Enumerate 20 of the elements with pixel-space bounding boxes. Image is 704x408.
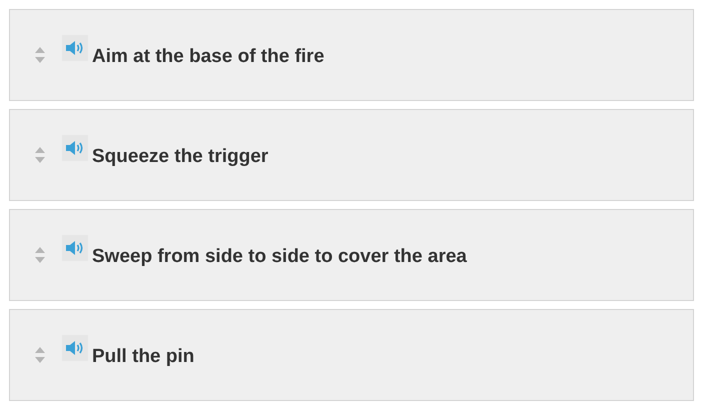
speaker-button[interactable] (62, 235, 88, 261)
speaker-icon (65, 140, 85, 156)
speaker-button[interactable] (62, 35, 88, 61)
speaker-button[interactable] (62, 135, 88, 161)
step-text: Pull the pin (92, 344, 194, 369)
sort-handle-icon[interactable] (34, 246, 46, 264)
sort-handle-icon[interactable] (34, 346, 46, 364)
step-text: Sweep from side to side to cover the area (92, 244, 467, 269)
step-text: Aim at the base of the fire (92, 44, 324, 69)
speaker-icon (65, 340, 85, 356)
sort-handle-icon[interactable] (34, 46, 46, 64)
speaker-icon (65, 240, 85, 256)
speaker-button[interactable] (62, 335, 88, 361)
sortable-item[interactable]: Sweep from side to side to cover the area (9, 209, 694, 301)
sortable-item[interactable]: Pull the pin (9, 309, 694, 401)
step-text: Squeeze the trigger (92, 144, 268, 169)
sortable-item[interactable]: Squeeze the trigger (9, 109, 694, 201)
sort-handle-icon[interactable] (34, 146, 46, 164)
sortable-item[interactable]: Aim at the base of the fire (9, 9, 694, 101)
speaker-icon (65, 40, 85, 56)
